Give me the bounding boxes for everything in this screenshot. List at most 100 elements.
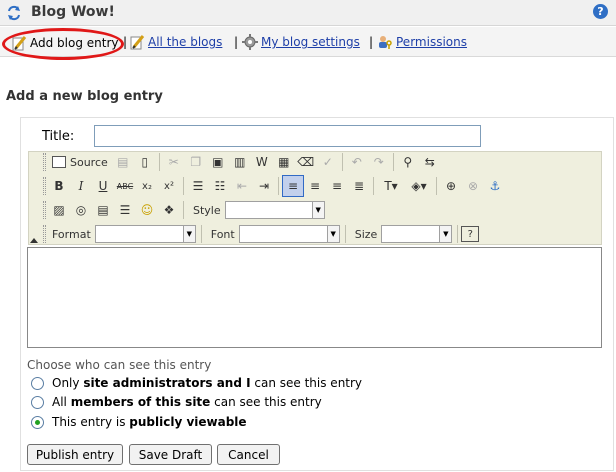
table-icon[interactable]: ▦ — [273, 151, 295, 173]
undo-icon[interactable]: ↶ — [346, 151, 368, 173]
source-label: Source — [70, 155, 108, 169]
gear-icon — [242, 34, 258, 50]
insert-table-icon[interactable]: ▤ — [92, 199, 114, 221]
copy-icon[interactable]: ❐ — [185, 151, 207, 173]
smiley-icon[interactable]: ☺ — [136, 199, 158, 221]
underline-icon[interactable]: U — [92, 175, 114, 197]
app-title: Blog Wow! — [31, 4, 115, 20]
superscript-icon[interactable]: x² — [158, 175, 180, 197]
find-icon[interactable]: ⚲ — [397, 151, 419, 173]
save-icon[interactable]: ▤ — [112, 151, 134, 173]
toolbar-grip[interactable] — [43, 177, 46, 195]
special-char-icon[interactable]: ❖ — [158, 199, 180, 221]
align-right-icon[interactable]: ≡ — [326, 175, 348, 197]
title-input[interactable] — [94, 125, 481, 147]
toolbar-separator — [436, 177, 437, 195]
image-icon[interactable]: ▨ — [48, 199, 70, 221]
publish-entry-button[interactable]: Publish entry — [27, 444, 123, 465]
visibility-option-public[interactable]: This entry is publicly viewable — [31, 415, 247, 429]
style-select[interactable]: ▼ — [224, 201, 325, 219]
new-page-icon[interactable]: ▯ — [134, 151, 156, 173]
visibility-option-public-label: This entry is publicly viewable — [52, 415, 247, 429]
toolbar-grip[interactable] — [43, 225, 46, 243]
spellcheck-icon[interactable]: ✓ — [317, 151, 339, 173]
toolbar-separator — [183, 177, 184, 195]
visibility-option-admins-label: Only site administrators and I can see t… — [52, 376, 363, 390]
justify-icon[interactable]: ≣ — [348, 175, 370, 197]
anchor-icon[interactable]: ⚓ — [484, 175, 506, 197]
bold-icon[interactable]: B — [48, 175, 70, 197]
format-select[interactable]: ▼ — [94, 225, 196, 243]
paste-icon[interactable]: ▣ — [207, 151, 229, 173]
toolbar-separator — [373, 177, 374, 195]
pencil-page-icon — [130, 35, 145, 50]
horizontal-rule-icon[interactable]: ☰ — [114, 199, 136, 221]
nav-permissions-link[interactable]: Permissions — [396, 35, 467, 49]
visibility-option-members[interactable]: All members of this site can see this en… — [31, 395, 322, 409]
visibility-option-admins[interactable]: Only site administrators and I can see t… — [31, 376, 362, 390]
flash-icon[interactable]: ◎ — [70, 199, 92, 221]
cancel-button[interactable]: Cancel — [217, 444, 280, 465]
toolbar-separator — [183, 201, 184, 219]
paste-word-icon[interactable]: W — [251, 151, 273, 173]
unlink-icon[interactable]: ⊗ — [462, 175, 484, 197]
link-icon[interactable]: ⊕ — [440, 175, 462, 197]
nav-my-blog-settings[interactable]: My blog settings — [242, 33, 360, 51]
italic-icon[interactable]: I — [70, 175, 92, 197]
paste-text-icon[interactable]: ▥ — [229, 151, 251, 173]
toolbar-row-3: ▨ ◎ ▤ ☰ ☺ ❖ Style ▼ — [48, 199, 325, 221]
toolbar-separator — [158, 153, 160, 171]
visibility-prompt: Choose who can see this entry — [27, 358, 212, 372]
toolbar-grip[interactable] — [43, 153, 46, 171]
section-heading: Add a new blog entry — [6, 89, 163, 104]
chevron-down-icon: ▼ — [182, 226, 195, 242]
users-key-icon — [379, 36, 392, 49]
toolbar-row-4: Format ▼ Font ▼ Size ▼ ? — [48, 223, 480, 245]
chevron-down-icon: ▼ — [311, 202, 324, 218]
font-label: Font — [210, 227, 235, 241]
radio-admins[interactable] — [31, 376, 44, 390]
nav-my-blog-settings-link[interactable]: My blog settings — [261, 35, 360, 49]
text-color-icon[interactable]: T▾ — [377, 175, 405, 197]
nav-permissions[interactable]: Permissions — [377, 33, 467, 51]
eraser-icon[interactable]: ⌫ — [295, 151, 317, 173]
outdent-icon[interactable]: ⇤ — [231, 175, 253, 197]
radio-members[interactable] — [31, 395, 44, 409]
visibility-option-members-label: All members of this site can see this en… — [52, 395, 322, 409]
editor-body[interactable] — [27, 247, 602, 348]
strikethrough-icon[interactable]: ABC — [114, 175, 136, 197]
toolbar-grip[interactable] — [43, 201, 46, 219]
toolbar-separator — [278, 177, 279, 195]
bulleted-list-icon[interactable]: ☷ — [209, 175, 231, 197]
toolbar-separator — [200, 225, 202, 243]
indent-icon[interactable]: ⇥ — [253, 175, 275, 197]
source-button[interactable]: Source — [48, 151, 112, 173]
redo-icon[interactable]: ↷ — [368, 151, 390, 173]
nav-all-the-blogs[interactable]: All the blogs — [129, 33, 222, 51]
help-icon[interactable]: ? — [593, 4, 608, 19]
subscript-icon[interactable]: x₂ — [136, 175, 158, 197]
radio-public[interactable] — [31, 415, 44, 429]
nav-separator: | — [234, 35, 239, 49]
size-label: Size — [354, 227, 378, 241]
title-label: Title: — [42, 129, 75, 144]
align-center-icon[interactable]: ≡ — [304, 175, 326, 197]
collapse-toolbar-icon[interactable] — [30, 238, 38, 243]
background-color-icon[interactable]: ◈▾ — [405, 175, 433, 197]
toolbar-separator — [344, 225, 346, 243]
format-label: Format — [52, 227, 91, 241]
font-select[interactable]: ▼ — [238, 225, 340, 243]
size-select[interactable]: ▼ — [381, 225, 453, 243]
refresh-icon[interactable] — [6, 5, 22, 21]
toolbar-separator — [392, 153, 394, 171]
chevron-down-icon: ▼ — [326, 226, 339, 242]
about-icon[interactable]: ? — [461, 226, 480, 242]
cut-icon[interactable]: ✂ — [163, 151, 185, 173]
save-draft-button[interactable]: Save Draft — [129, 444, 212, 465]
align-left-icon[interactable]: ≡ — [282, 175, 304, 197]
replace-icon[interactable]: ⇆ — [419, 151, 441, 173]
style-label: Style — [193, 203, 221, 217]
nav-all-the-blogs-link[interactable]: All the blogs — [148, 35, 222, 49]
nav-separator: | — [369, 35, 374, 49]
numbered-list-icon[interactable]: ☰ — [187, 175, 209, 197]
